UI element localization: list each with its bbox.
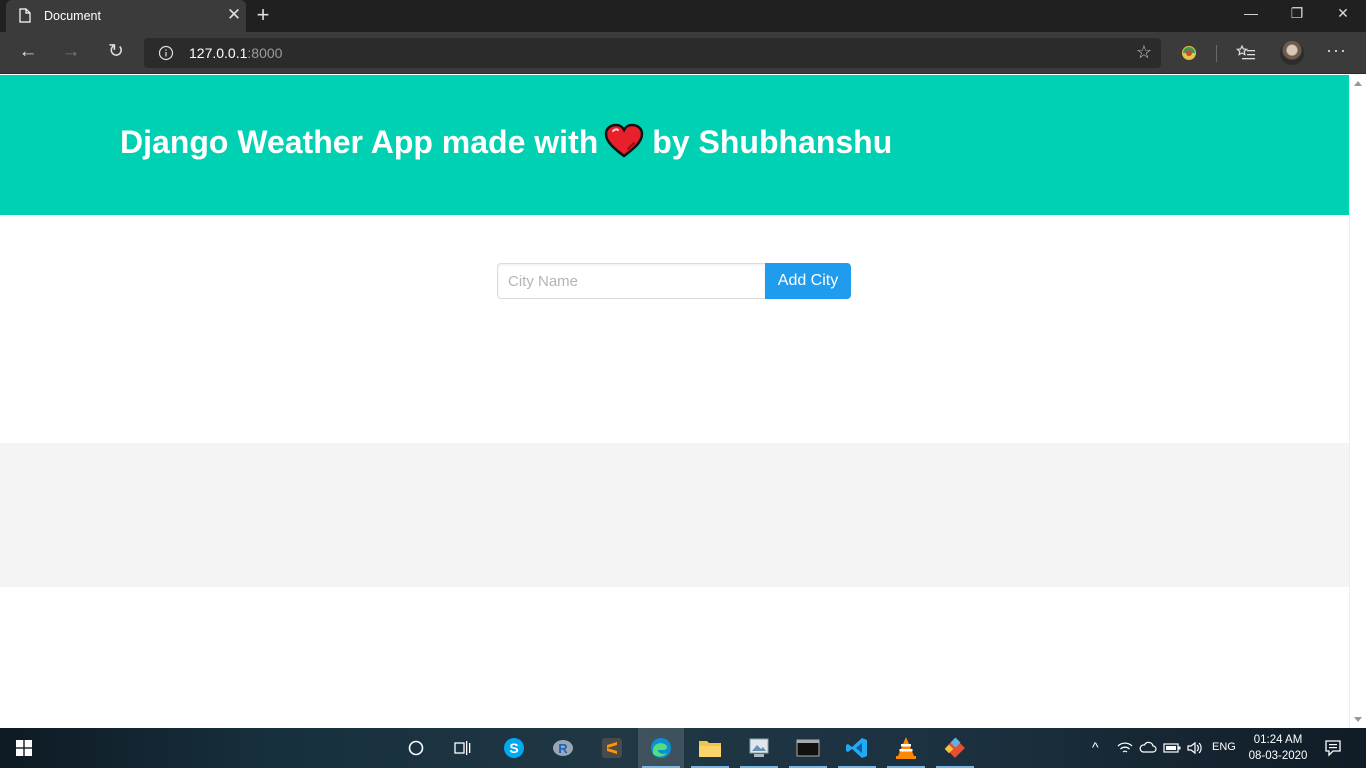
refresh-button[interactable]: ↻ [102, 38, 130, 66]
file-explorer-icon [699, 741, 721, 757]
vscode-icon [846, 738, 867, 758]
svg-text:R: R [558, 741, 568, 756]
windows-taskbar: S R ^ ENG 01:24 AM 08-03-2020 [0, 728, 1366, 768]
action-center-notification-icon[interactable] [1324, 739, 1342, 757]
task-view-icon [454, 741, 471, 755]
volume-icon[interactable] [1186, 740, 1204, 756]
git-icon [944, 737, 965, 758]
battery-icon[interactable] [1163, 742, 1181, 754]
toolbar-divider [1216, 45, 1217, 62]
web-page: Django Weather App made with by Shubhans… [0, 75, 1349, 728]
clock-time: 01:24 AM [1253, 734, 1303, 746]
cortana-search-icon [408, 740, 424, 756]
page-title: Django Weather App made with by Shubhans… [120, 123, 892, 161]
windows-start-button[interactable] [1, 728, 47, 768]
tab-title: Document [44, 9, 101, 23]
more-options-icon[interactable]: ··· [1326, 40, 1347, 61]
url-text[interactable]: 127.0.0.1:8000 [189, 45, 282, 61]
scroll-up-icon[interactable] [1354, 81, 1362, 86]
city-name-input[interactable] [497, 263, 766, 299]
title-after: by Shubhanshu [652, 124, 893, 160]
heart-icon [605, 123, 644, 158]
photos-icon [749, 738, 769, 757]
info-icon[interactable] [158, 45, 174, 61]
weather-results-section [0, 443, 1349, 587]
profile-avatar[interactable] [1280, 41, 1304, 65]
browser-tab[interactable]: Document ✕ [6, 0, 246, 32]
minimize-button[interactable]: — [1228, 0, 1274, 30]
edge-icon [651, 738, 671, 758]
terminal-app[interactable] [785, 728, 831, 768]
file-explorer-app[interactable] [687, 728, 733, 768]
url-host: 127.0.0.1 [189, 45, 248, 61]
r-icon: R [553, 740, 573, 756]
terminal-icon [796, 739, 820, 757]
vlc-app[interactable] [883, 728, 929, 768]
tab-close-icon[interactable]: ✕ [225, 5, 243, 25]
scroll-down-icon[interactable] [1354, 717, 1362, 722]
photos-app[interactable] [736, 728, 782, 768]
wifi-icon[interactable] [1117, 741, 1133, 755]
windows-start-icon [16, 740, 32, 756]
forward-button[interactable]: → [57, 38, 85, 66]
clock-date: 08-03-2020 [1248, 750, 1308, 762]
title-before: Django Weather App made with [120, 124, 599, 160]
vscode-app[interactable] [834, 728, 880, 768]
skype-icon: S [504, 738, 524, 758]
svg-text:S: S [509, 740, 518, 756]
task-view-button[interactable] [440, 728, 486, 768]
system-clock[interactable]: 01:24 AM 08-03-2020 [1240, 732, 1316, 764]
add-city-button[interactable]: Add City [765, 263, 851, 299]
page-scrollbar[interactable] [1349, 75, 1366, 728]
vlc-icon [896, 737, 916, 759]
onedrive-sync-icon[interactable] [1139, 741, 1157, 755]
navigation-bar: ← → ↻ 127.0.0.1:8000 ☆ ··· [0, 32, 1366, 74]
favorites-list-icon[interactable] [1236, 44, 1256, 62]
restore-button[interactable]: ❐ [1274, 0, 1320, 30]
extension-icon[interactable] [1180, 44, 1198, 62]
sublime-text-icon [602, 738, 622, 758]
sublime-text-app[interactable] [589, 728, 635, 768]
back-button[interactable]: ← [14, 38, 42, 66]
address-bar[interactable]: 127.0.0.1:8000 ☆ [144, 38, 1161, 68]
new-tab-button[interactable]: + [252, 3, 274, 27]
url-port: :8000 [247, 45, 283, 61]
language-indicator[interactable]: ENG [1212, 741, 1236, 753]
favorite-star-icon[interactable]: ☆ [1136, 42, 1152, 63]
hero-banner: Django Weather App made with by Shubhans… [0, 75, 1349, 215]
show-hidden-icons-chevron-icon[interactable]: ^ [1092, 739, 1099, 755]
tab-strip: Document ✕ + — ❐ ✕ [0, 0, 1366, 32]
add-city-form: Add City [497, 263, 851, 299]
close-window-button[interactable]: ✕ [1320, 0, 1366, 30]
skype-app[interactable]: S [491, 728, 537, 768]
cortana-search-button[interactable] [393, 728, 439, 768]
r-app[interactable]: R [540, 728, 586, 768]
git-app[interactable] [932, 728, 978, 768]
edge-app[interactable] [638, 728, 684, 768]
document-icon [19, 8, 31, 23]
